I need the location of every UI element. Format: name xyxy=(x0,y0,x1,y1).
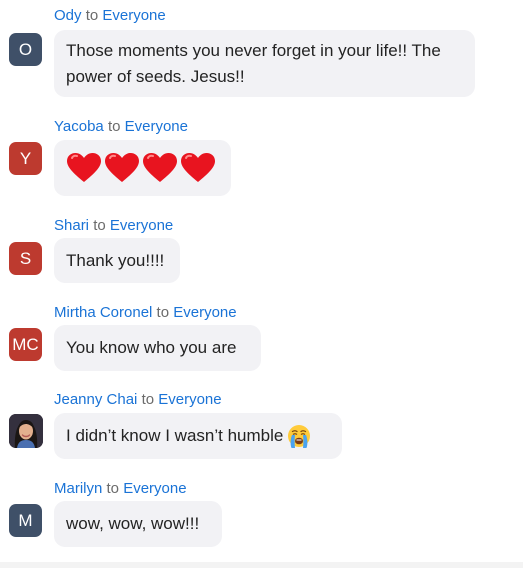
sender-name[interactable]: Shari xyxy=(54,217,89,234)
to-label: to xyxy=(156,304,170,321)
message-header: Yacoba to Everyone xyxy=(54,118,188,136)
recipient-name[interactable]: Everyone xyxy=(173,304,236,321)
sender-name[interactable]: Ody xyxy=(54,7,82,24)
message-text: I didn’t know I wasn’t humble xyxy=(66,426,284,445)
message-text: wow, wow, wow!!! xyxy=(66,514,200,533)
message-bubble: wow, wow, wow!!! xyxy=(54,501,222,547)
to-label: to xyxy=(93,217,106,234)
avatar-initials: MC xyxy=(12,334,39,354)
message-header: Shari to Everyone xyxy=(54,217,173,235)
message-bubble xyxy=(54,140,231,196)
red-heart-icon xyxy=(67,153,101,182)
sender-name[interactable]: Jeanny Chai xyxy=(54,391,137,408)
message-header: Marilyn to Everyone xyxy=(54,480,187,498)
loudly-crying-face-icon xyxy=(288,425,311,448)
red-heart-icon xyxy=(143,153,177,182)
sender-name[interactable]: Mirtha Coronel xyxy=(54,304,152,321)
avatar-initials: M xyxy=(18,510,33,530)
user-photo-icon xyxy=(9,414,43,448)
to-label: to xyxy=(106,480,120,497)
avatar-photo xyxy=(9,414,43,448)
emoji-row xyxy=(66,152,216,184)
avatar: MC xyxy=(9,328,42,361)
message-header: Mirtha Coronel to Everyone xyxy=(54,304,237,322)
message-text: Thank you!!!! xyxy=(66,250,165,270)
recipient-name[interactable]: Everyone xyxy=(102,7,165,24)
avatar: M xyxy=(9,504,42,537)
avatar: Y xyxy=(9,142,42,175)
red-heart-icon xyxy=(105,153,139,182)
bottom-divider xyxy=(0,562,523,568)
to-label: to xyxy=(107,118,121,135)
to-label: to xyxy=(141,391,155,408)
recipient-name[interactable]: Everyone xyxy=(110,217,173,234)
sender-name[interactable]: Yacoba xyxy=(54,118,104,135)
message-text: Those moments you never forget in your l… xyxy=(66,40,441,86)
message-bubble: You know who you are xyxy=(54,325,261,371)
recipient-name[interactable]: Everyone xyxy=(125,118,188,135)
message-bubble: Those moments you never forget in your l… xyxy=(54,30,475,97)
message-text: You know who you are xyxy=(66,338,237,357)
avatar: S xyxy=(9,242,42,275)
avatar-initials: O xyxy=(18,39,33,59)
chat-message-list: Ody to Everyone O Those moments you neve… xyxy=(0,0,523,568)
message-bubble: Thank you!!!! xyxy=(54,238,180,283)
message-header: Jeanny Chai to Everyone xyxy=(54,391,222,409)
recipient-name[interactable]: Everyone xyxy=(158,391,221,408)
avatar: O xyxy=(9,33,42,66)
avatar-initials: S xyxy=(19,248,32,268)
avatar-initials: Y xyxy=(19,148,32,168)
to-label: to xyxy=(85,7,99,24)
red-heart-icon xyxy=(181,153,215,182)
message-bubble: I didn’t know I wasn’t humble xyxy=(54,413,342,459)
sender-name[interactable]: Marilyn xyxy=(54,480,102,497)
recipient-name[interactable]: Everyone xyxy=(123,480,186,497)
message-header: Ody to Everyone xyxy=(54,7,166,25)
